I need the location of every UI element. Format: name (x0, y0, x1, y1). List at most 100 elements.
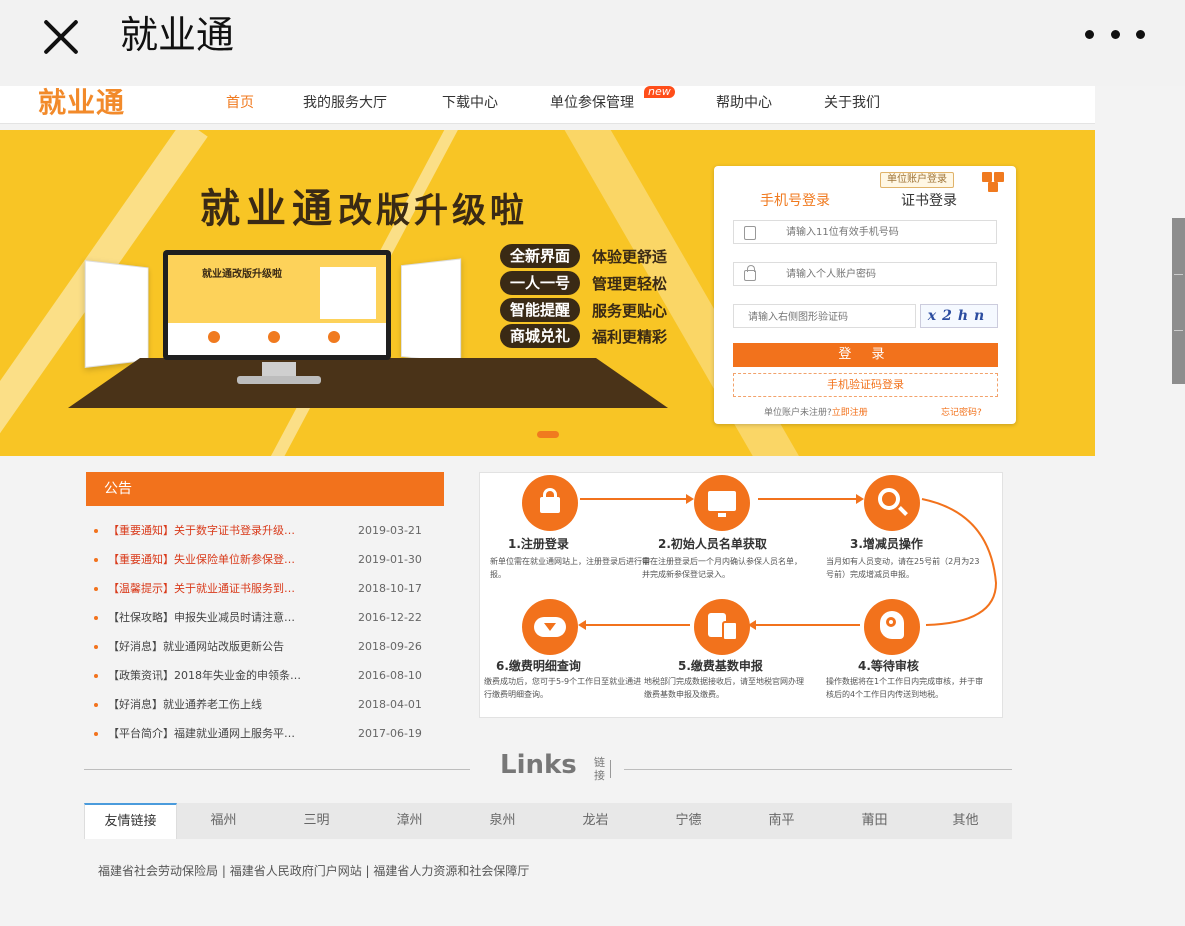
nav-download-center[interactable]: 下载中心 (442, 94, 498, 112)
side-scrollbar[interactable] (1172, 218, 1185, 384)
nav-home[interactable]: 首页 (226, 94, 254, 112)
lock-icon (522, 475, 578, 531)
desk-illustration (68, 358, 668, 408)
announcement-title[interactable]: 【温馨提示】关于就业通证书服务到… (108, 580, 344, 598)
announcement-item[interactable]: 【平台简介】福建就业通网上服务平… 2017-06-19 (94, 725, 444, 743)
announcement-title[interactable]: 【重要通知】失业保险单位新参保登… (108, 551, 344, 569)
link-provincial-government[interactable]: 福建省人民政府门户网站 (230, 864, 362, 878)
register-link[interactable]: 立即注册 (832, 408, 868, 418)
bullet-icon (94, 645, 98, 649)
banner-title: 就业通改版升级啦 (200, 176, 528, 234)
tab-fuzhou[interactable]: 福州 (177, 803, 270, 839)
tab-certificate-login[interactable]: 证书登录 (901, 192, 957, 210)
announcement-item[interactable]: 【重要通知】关于数字证书登录升级… 2019-03-21 (94, 522, 444, 540)
monitor-title: 就业通改版升级啦 (202, 269, 282, 280)
coins-icon (694, 599, 750, 655)
nav-help-center[interactable]: 帮助中心 (716, 94, 772, 112)
site-logo[interactable]: 就业通 (38, 86, 125, 120)
announcement-item[interactable]: 【好消息】就业通网站改版更新公告 2018-09-26 (94, 638, 444, 656)
tab-friend-links[interactable]: 友情链接 (84, 803, 177, 839)
banner-pager-dot[interactable] (537, 431, 559, 438)
lock-icon (744, 265, 756, 281)
phone-input[interactable] (734, 221, 996, 243)
app-titlebar: 就业通 (0, 0, 1185, 86)
monitor-screen: 就业通改版升级啦 (168, 255, 386, 355)
step-desc: 新单位需在就业通网站上，注册登录后进行申报。 (490, 557, 650, 579)
captcha-image[interactable]: x2hn (920, 304, 998, 328)
announcement-item[interactable]: 【好消息】就业通养老工伤上线 2018-04-01 (94, 696, 444, 714)
step-desc: 地税部门完成数据接收后，请至地税官网办理缴费基数申报及缴费。 (644, 677, 804, 699)
bullet-icon (94, 732, 98, 736)
password-input[interactable] (734, 263, 996, 285)
captcha-input[interactable] (734, 306, 915, 329)
tab-nanping[interactable]: 南平 (735, 803, 828, 839)
bullet-icon (94, 616, 98, 620)
phone-icon (744, 226, 756, 240)
forgot-password-link[interactable]: 忘记密码? (941, 407, 982, 419)
announcement-title[interactable]: 【社保攻略】申报失业减员时请注意… (108, 609, 344, 627)
tab-ningde[interactable]: 宁德 (642, 803, 735, 839)
close-icon[interactable] (38, 14, 84, 60)
captcha-field (733, 304, 916, 329)
sms-login-button[interactable]: 手机验证码登录 (733, 373, 998, 397)
tab-longyan[interactable]: 龙岩 (549, 803, 642, 839)
new-badge: new (644, 86, 675, 98)
banner-title-sub: 改版升级啦 (338, 191, 528, 231)
site-navigation: 就业通 首页 我的服务大厅 下载中心 单位参保管理 new 帮助中心 关于我们 (0, 86, 1095, 124)
feature-text: 管理更轻松 (592, 274, 668, 293)
tab-quanzhou[interactable]: 泉州 (456, 803, 549, 839)
announcement-date: 2018-10-17 (358, 582, 422, 595)
feature-pill: 一人一号 (500, 271, 581, 295)
tab-zhangzhou[interactable]: 漳州 (363, 803, 456, 839)
feature-text: 福利更精彩 (592, 327, 668, 346)
tab-other[interactable]: 其他 (919, 803, 1012, 839)
announcement-header: 公告 (86, 472, 444, 506)
announcement-item[interactable]: 【政策资讯】2018年失业金的申领条… 2016-08-10 (94, 667, 444, 685)
announcement-item[interactable]: 【社保攻略】申报失业减员时请注意… 2016-12-22 (94, 609, 444, 627)
links-title: Links (500, 750, 577, 780)
feature-pill: 智能提醒 (500, 298, 581, 322)
step-title: 3.增减员操作 (850, 537, 923, 551)
tab-sanming[interactable]: 三明 (270, 803, 363, 839)
step-desc: 缴费成功后，您可于5-9个工作日至就业通进行缴费明细查询。 (484, 677, 642, 699)
register-prompt: 单位账户未注册?立即注册 (764, 407, 868, 419)
password-field (733, 262, 997, 286)
nav-about-us[interactable]: 关于我们 (824, 94, 880, 112)
region-tabs: 友情链接 福州 三明 漳州 泉州 龙岩 宁德 南平 莆田 其他 (84, 803, 1012, 839)
link-separator: | (361, 864, 374, 878)
link-labor-insurance-bureau[interactable]: 福建省社会劳动保险局 (98, 864, 218, 878)
link-hr-social-security[interactable]: 福建省人力资源和社会保障厅 (373, 864, 529, 878)
feature-row: 商城兑礼 福利更精彩 (500, 324, 667, 348)
announcement-title[interactable]: 【平台简介】福建就业通网上服务平… (108, 725, 344, 743)
bullet-icon (94, 703, 98, 707)
feature-text: 体验更舒适 (592, 247, 668, 266)
building-icon[interactable] (982, 168, 1008, 192)
monitor-step-dot (328, 331, 340, 343)
more-options-icon[interactable] (1085, 24, 1145, 44)
announcement-title[interactable]: 【政策资讯】2018年失业金的申领条… (108, 667, 344, 685)
monitor-step-dot (208, 331, 220, 343)
unit-account-login-link[interactable]: 单位账户登录 (880, 172, 954, 188)
login-button[interactable]: 登 录 (733, 343, 998, 367)
feature-text: 服务更贴心 (592, 301, 668, 320)
monitor-login-box (320, 267, 376, 319)
announcement-date: 2018-09-26 (358, 640, 422, 653)
announcement-title[interactable]: 【重要通知】关于数字证书登录升级… (108, 522, 344, 540)
step-title: 6.缴费明细查询 (496, 659, 581, 673)
tab-phone-login[interactable]: 手机号登录 (760, 192, 830, 210)
tab-putian[interactable]: 莆田 (828, 803, 921, 839)
announcement-date: 2016-08-10 (358, 669, 422, 682)
app-title: 就业通 (120, 13, 235, 57)
friend-links-row: 福建省社会劳动保险局 | 福建省人民政府门户网站 | 福建省人力资源和社会保障厅 (98, 862, 529, 879)
phone-field (733, 220, 997, 244)
announcement-title[interactable]: 【好消息】就业通网站改版更新公告 (108, 638, 344, 656)
announcement-title[interactable]: 【好消息】就业通养老工伤上线 (108, 696, 344, 714)
links-bar (610, 760, 611, 778)
nav-unit-insurance[interactable]: 单位参保管理 (550, 94, 634, 112)
nav-service-hall[interactable]: 我的服务大厅 (303, 94, 387, 112)
download-cloud-icon (522, 599, 578, 655)
announcement-item[interactable]: 【温馨提示】关于就业通证书服务到… 2018-10-17 (94, 580, 444, 598)
banner-title-main: 就业通 (200, 186, 338, 232)
announcement-panel: 公告 【重要通知】关于数字证书登录升级… 2019-03-21 【重要通知】失业… (86, 472, 444, 752)
announcement-item[interactable]: 【重要通知】失业保险单位新参保登… 2019-01-30 (94, 551, 444, 569)
